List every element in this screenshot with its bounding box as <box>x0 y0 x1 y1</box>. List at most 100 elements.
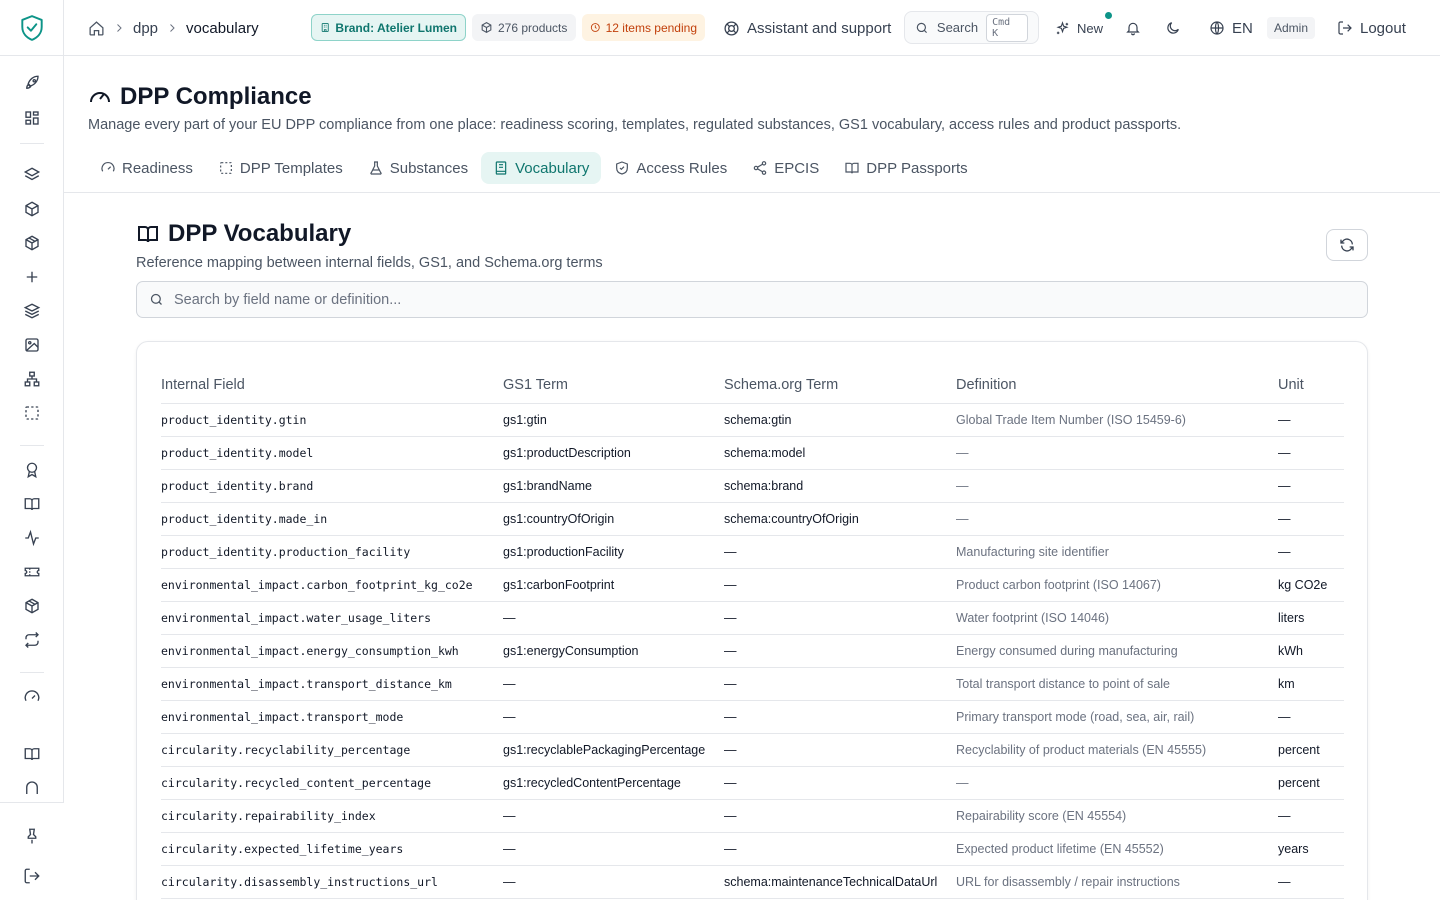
hierarchy-icon[interactable] <box>20 367 44 391</box>
column-header-internal-field[interactable]: Internal Field <box>161 368 503 404</box>
vocabulary-table: Internal Field GS1 Term Schema.org Term … <box>161 368 1344 899</box>
tab-readiness[interactable]: Readiness <box>88 152 205 184</box>
schema-term-cell: — <box>724 601 956 635</box>
table-body: product_identity.gtin gs1:gtin schema:gtin… <box>161 403 1344 899</box>
table-row[interactable]: environmental_impact.water_usage_liters —… <box>161 601 1344 635</box>
column-header-schema-term[interactable]: Schema.org Term <box>724 368 956 404</box>
table-row[interactable]: circularity.recyclability_percentage gs1:… <box>161 733 1344 767</box>
table-row[interactable]: product_identity.production_facility gs1:… <box>161 535 1344 569</box>
products-badge-label: 276 products <box>498 20 568 35</box>
unit-cell: percent <box>1278 733 1344 767</box>
book-icon[interactable] <box>20 492 44 516</box>
products-badge[interactable]: 276 products <box>472 14 576 41</box>
gs1-term-cell: gs1:gtin <box>503 403 724 437</box>
table-row[interactable]: circularity.repairability_index — — Repaira… <box>161 799 1344 833</box>
pending-badge[interactable]: 12 items pending <box>582 14 705 41</box>
table-row[interactable]: product_identity.brand gs1:brandName schem… <box>161 469 1344 503</box>
award-icon[interactable] <box>20 458 44 482</box>
column-header-definition[interactable]: Definition <box>956 368 1278 404</box>
tab-epcis[interactable]: EPCIS <box>740 152 831 184</box>
unit-cell: — <box>1278 535 1344 569</box>
column-header-gs1-term[interactable]: GS1 Term <box>503 368 724 404</box>
tab-vocabulary[interactable]: Vocabulary <box>481 152 602 184</box>
stack-icon[interactable] <box>20 299 44 323</box>
table-row[interactable]: environmental_impact.energy_consumption_… <box>161 634 1344 668</box>
tab-dpp-templates[interactable]: DPP Templates <box>206 152 355 184</box>
schema-term-cell: — <box>724 634 956 668</box>
internal-field-cell: product_identity.production_facility <box>161 535 503 569</box>
table-row[interactable]: environmental_impact.carbon_footprint_kg… <box>161 568 1344 602</box>
definition-cell: Energy consumed during manufacturing <box>956 634 1278 668</box>
home-icon[interactable] <box>88 20 105 37</box>
table-row[interactable]: product_identity.gtin gs1:gtin schema:gtin… <box>161 403 1344 437</box>
table-row[interactable]: circularity.expected_lifetime_years — — Exp… <box>161 832 1344 866</box>
definition-cell: Primary transport mode (road, sea, air, … <box>956 700 1278 734</box>
internal-field-cell: environmental_impact.transport_distance_… <box>161 667 503 701</box>
definition-cell: Global Trade Item Number (ISO 15459-6) <box>956 403 1278 437</box>
globe-icon <box>1210 21 1224 35</box>
rocket-icon[interactable] <box>20 71 44 95</box>
chevron-right-icon <box>113 22 125 34</box>
tab-access-rules[interactable]: Access Rules <box>602 152 739 184</box>
table-row[interactable]: environmental_impact.transport_distance_… <box>161 667 1344 701</box>
layers-icon[interactable] <box>20 163 44 187</box>
column-header-unit[interactable]: Unit <box>1278 368 1344 404</box>
global-search-button[interactable]: Search Cmd K <box>904 11 1039 44</box>
schema-term-cell: schema:model <box>724 436 956 470</box>
internal-field-cell: product_identity.gtin <box>161 403 503 437</box>
app-logo[interactable] <box>0 0 64 56</box>
page-description: Manage every part of your EU DPP complia… <box>88 117 1182 133</box>
pin-icon[interactable] <box>20 824 44 848</box>
gauge-icon[interactable] <box>20 685 44 709</box>
definition-cell: Repairability score (EN 45554) <box>956 799 1278 833</box>
package-icon[interactable] <box>20 231 44 255</box>
theme-toggle[interactable] <box>1165 0 1181 56</box>
table-row[interactable]: circularity.disassembly_instructions_url… <box>161 865 1344 899</box>
definition-cell: Expected product lifetime (EN 45552) <box>956 832 1278 866</box>
breadcrumb-item[interactable]: dpp <box>133 20 158 37</box>
lifebuoy-icon <box>724 20 739 36</box>
open-book-icon[interactable] <box>20 742 44 766</box>
activity-icon[interactable] <box>20 526 44 550</box>
tab-dpp-passports[interactable]: DPP Passports <box>832 152 979 184</box>
table-row[interactable]: product_identity.made_in gs1:countryOfOri… <box>161 502 1344 536</box>
vocabulary-search[interactable] <box>136 281 1368 318</box>
table-row[interactable]: product_identity.model gs1:productDescrip… <box>161 436 1344 470</box>
section-title-text: DPP Vocabulary <box>168 220 352 247</box>
repeat-icon[interactable] <box>20 628 44 652</box>
box-icon[interactable] <box>20 197 44 221</box>
ticket-icon[interactable] <box>20 560 44 584</box>
arch-icon[interactable] <box>20 776 44 800</box>
image-icon[interactable] <box>20 333 44 357</box>
definition-cell: Product carbon footprint (ISO 14067) <box>956 568 1278 602</box>
sign-out-icon[interactable] <box>20 864 44 888</box>
new-button[interactable]: New <box>1055 0 1103 56</box>
internal-field-cell: environmental_impact.transport_mode <box>161 700 503 734</box>
tab-label: Access Rules <box>636 159 728 177</box>
logout-button[interactable]: Logout <box>1337 0 1406 56</box>
vocabulary-search-input[interactable] <box>174 291 1324 308</box>
plus-icon[interactable] <box>20 265 44 289</box>
table-row[interactable]: environmental_impact.transport_mode — — Pri… <box>161 700 1344 734</box>
tab-substances[interactable]: Substances <box>356 152 480 184</box>
internal-field-cell: circularity.disassembly_instructions_url <box>161 865 503 899</box>
breadcrumb: dpp vocabulary <box>88 0 259 56</box>
dashboard-icon[interactable] <box>20 106 44 130</box>
internal-field-cell: environmental_impact.carbon_footprint_kg… <box>161 568 503 602</box>
side-rail <box>0 0 64 900</box>
assistant-support-button[interactable]: Assistant and support <box>723 0 891 56</box>
unit-cell: kWh <box>1278 634 1344 668</box>
brand-badge[interactable]: Brand: Atelier Lumen <box>311 14 466 41</box>
dashed-square-icon[interactable] <box>20 401 44 425</box>
cube-icon[interactable] <box>20 594 44 618</box>
gs1-term-cell: — <box>503 700 724 734</box>
unit-cell: kg CO2e <box>1278 568 1344 602</box>
language-selector[interactable]: EN <box>1209 0 1253 56</box>
logout-label: Logout <box>1360 19 1406 37</box>
notifications-button[interactable] <box>1125 0 1141 56</box>
gs1-term-cell: gs1:energyConsumption <box>503 634 724 668</box>
definition-cell: Recyclability of product materials (EN 4… <box>956 733 1278 767</box>
refresh-button[interactable] <box>1326 229 1368 261</box>
table-row[interactable]: circularity.recycled_content_percentage g… <box>161 766 1344 800</box>
tab-label: DPP Templates <box>239 159 343 177</box>
